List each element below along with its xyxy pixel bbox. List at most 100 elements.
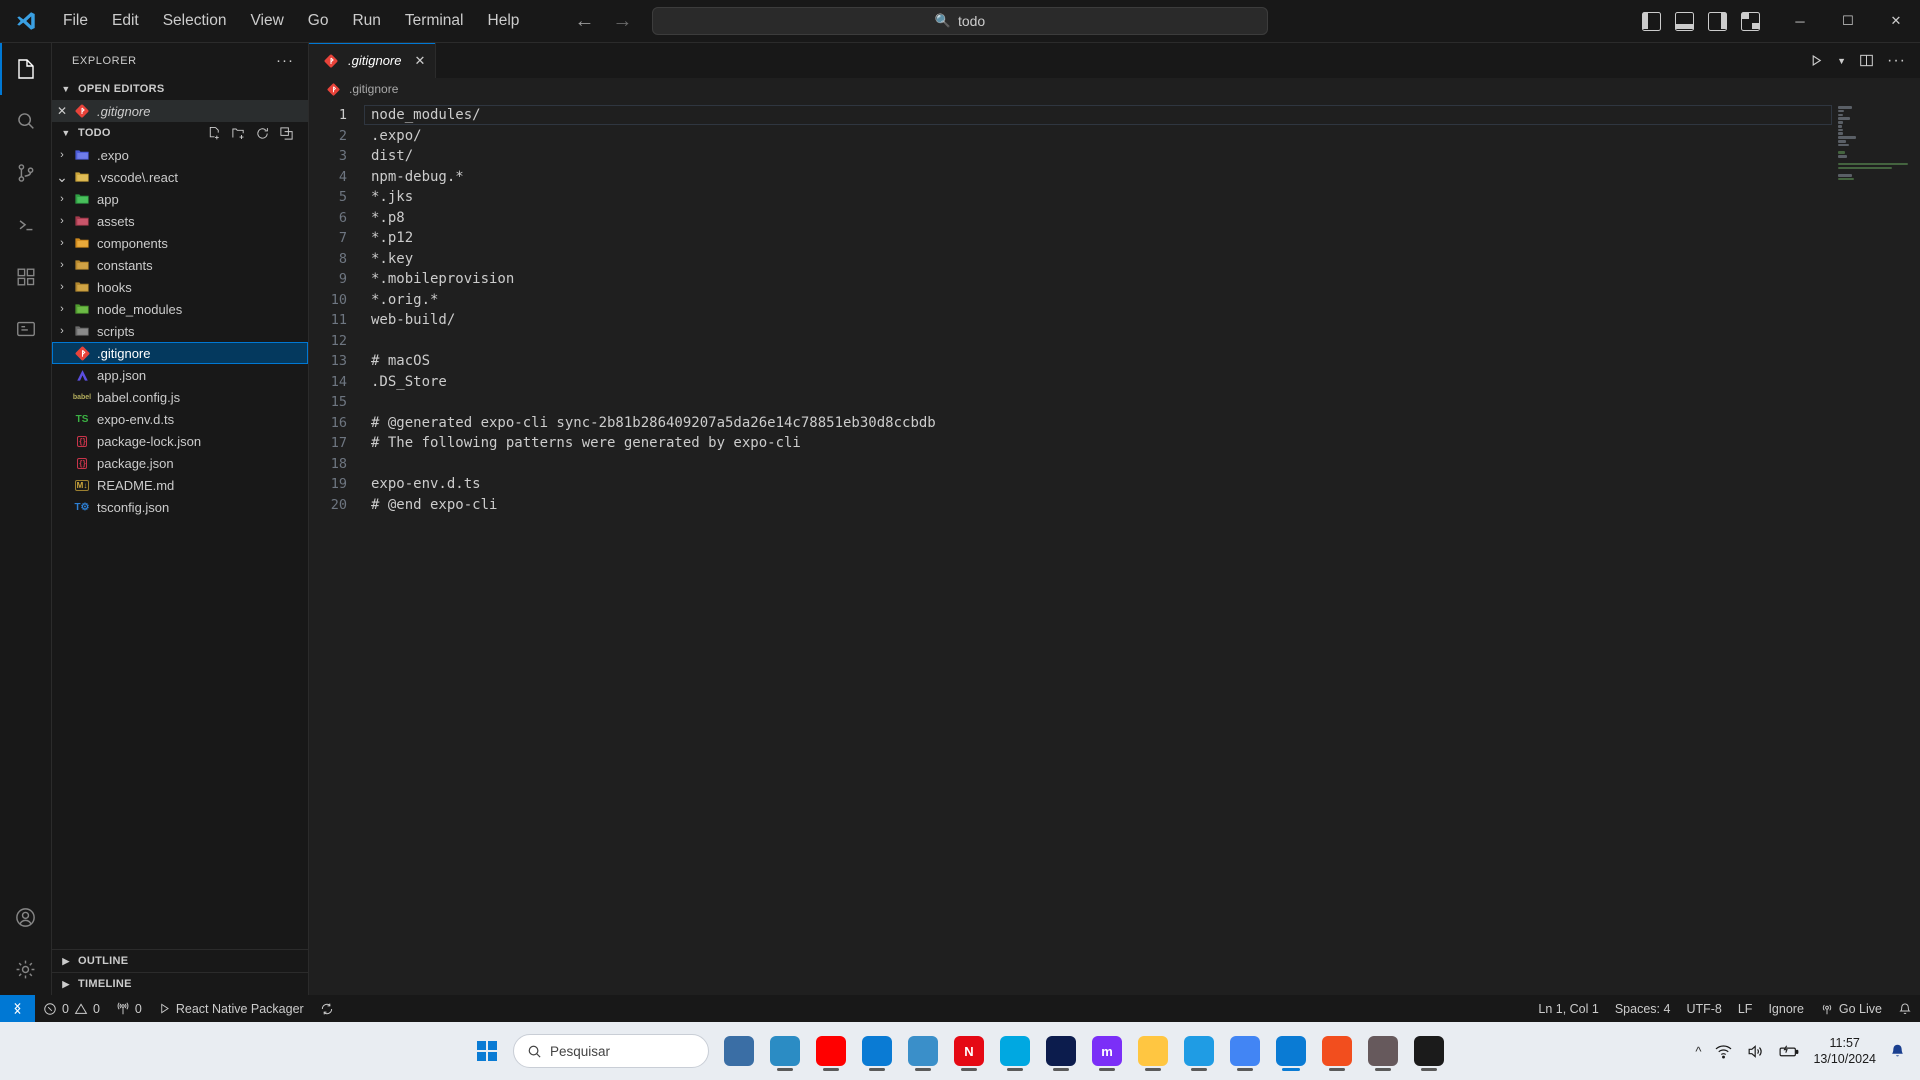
chevron-right-icon[interactable]: › (52, 325, 72, 337)
activity-run-and-debug[interactable] (0, 199, 52, 251)
tree-item-assets[interactable]: › assets (52, 210, 308, 232)
code-line[interactable] (364, 392, 1832, 413)
windows-start-icon[interactable] (470, 1034, 504, 1068)
taskbar-app-disney-plus[interactable] (1040, 1030, 1082, 1072)
status-eol[interactable]: LF (1730, 995, 1761, 1022)
status-editor-position[interactable]: Ln 1, Col 1 (1530, 995, 1606, 1022)
taskbar-app-file-explorer[interactable] (1132, 1030, 1174, 1072)
code-content[interactable]: node_modules/.expo/dist/npm-debug.* *.jks… (364, 100, 1832, 995)
status-indentation[interactable]: Spaces: 4 (1607, 995, 1679, 1022)
tree-item-expo-env-d-ts[interactable]: TS expo-env.d.ts (52, 408, 308, 430)
breadcrumb-label[interactable]: .gitignore (349, 82, 398, 96)
status-go-live[interactable]: Go Live (1812, 995, 1890, 1022)
activity-remote-explorer[interactable] (0, 303, 52, 355)
code-line[interactable]: node_modules/ (364, 105, 1832, 126)
tree-item-constants[interactable]: › constants (52, 254, 308, 276)
status-sync[interactable] (312, 995, 342, 1022)
status-problems[interactable]: 0 0 (35, 995, 108, 1022)
new-file-icon[interactable] (207, 126, 222, 141)
new-folder-icon[interactable] (231, 126, 246, 141)
toggle-secondary-sidebar-icon[interactable] (1708, 11, 1727, 31)
menu-file[interactable]: File (52, 8, 99, 34)
taskbar-app-netflix[interactable]: N (948, 1030, 990, 1072)
status-ports[interactable]: 0 (108, 995, 150, 1022)
code-line[interactable]: # @end expo-cli (364, 495, 1832, 516)
wifi-icon[interactable] (1714, 1042, 1733, 1061)
taskbar-app-google-chrome[interactable] (1224, 1030, 1266, 1072)
minimap[interactable] (1832, 100, 1920, 995)
run-icon[interactable] (1809, 53, 1824, 68)
collapse-all-icon[interactable] (279, 126, 294, 141)
chevron-right-icon[interactable]: › (52, 281, 72, 293)
tree-item--expo[interactable]: › .expo (52, 144, 308, 166)
activity-source-control[interactable] (0, 147, 52, 199)
code-line[interactable]: .expo/ (364, 126, 1832, 147)
tree-item-components[interactable]: › components (52, 232, 308, 254)
taskbar-clock[interactable]: 11:57 13/10/2024 (1813, 1035, 1876, 1067)
code-line[interactable]: # @generated expo-cli sync-2b81b28640920… (364, 413, 1832, 434)
customize-layout-icon[interactable] (1741, 11, 1760, 31)
code-line[interactable]: .DS_Store (364, 372, 1832, 393)
close-button[interactable]: ✕ (1872, 0, 1920, 43)
code-line[interactable]: # macOS (364, 351, 1832, 372)
tab-gitignore[interactable]: .gitignore ✕ (309, 43, 437, 78)
chevron-right-icon[interactable]: › (52, 193, 72, 205)
arrow-right-icon[interactable]: → (612, 11, 632, 31)
timeline-section-header[interactable]: ▶ TIMELINE (52, 972, 308, 995)
more-actions-icon[interactable]: ··· (1887, 52, 1906, 70)
tree-item-hooks[interactable]: › hooks (52, 276, 308, 298)
split-editor-icon[interactable] (1859, 53, 1874, 68)
menu-terminal[interactable]: Terminal (394, 8, 475, 34)
status-language-mode[interactable]: Ignore (1760, 995, 1811, 1022)
code-line[interactable]: *.key (364, 249, 1832, 270)
code-line[interactable]: # The following patterns were generated … (364, 433, 1832, 454)
bell-icon[interactable] (1889, 1043, 1906, 1060)
code-line[interactable]: dist/ (364, 146, 1832, 167)
battery-charging-icon[interactable] (1778, 1042, 1800, 1061)
chevron-right-icon[interactable]: › (52, 215, 72, 227)
chevron-right-icon[interactable]: › (52, 259, 72, 271)
menu-run[interactable]: Run (341, 8, 391, 34)
code-line[interactable]: *.p12 (364, 228, 1832, 249)
tree-item--gitignore[interactable]: .gitignore (52, 342, 308, 364)
speaker-icon[interactable] (1746, 1042, 1765, 1061)
code-line[interactable]: web-build/ (364, 310, 1832, 331)
taskbar-app-terminal[interactable] (1408, 1030, 1450, 1072)
taskbar-app-youtube[interactable] (810, 1030, 852, 1072)
chevron-right-icon[interactable]: › (52, 237, 72, 249)
tree-item-babel-config-js[interactable]: babel babel.config.js (52, 386, 308, 408)
taskbar-search-input[interactable]: Pesquisar (513, 1034, 709, 1068)
taskbar-app-task-view[interactable] (718, 1030, 760, 1072)
status-react-native-packager[interactable]: React Native Packager (150, 995, 312, 1022)
chevron-down-icon[interactable]: ▼ (1837, 56, 1846, 66)
command-center[interactable]: 🔍 todo (652, 7, 1268, 35)
explorer-more-actions-icon[interactable]: ··· (270, 52, 300, 69)
code-line[interactable]: *.mobileprovision (364, 269, 1832, 290)
close-icon[interactable]: ✕ (52, 104, 72, 118)
menu-help[interactable]: Help (477, 8, 531, 34)
menu-view[interactable]: View (239, 8, 294, 34)
tree-item-package-lock-json[interactable]: { } package-lock.json (52, 430, 308, 452)
tree-item--vscode-react[interactable]: ⌄ .vscode\.react (52, 166, 308, 188)
arrow-left-icon[interactable]: ← (574, 11, 594, 31)
activity-extensions[interactable] (0, 251, 52, 303)
taskbar-app-visual-studio-code[interactable] (1270, 1030, 1312, 1072)
code-line[interactable] (364, 454, 1832, 475)
taskbar-app-microsoft-store[interactable] (856, 1030, 898, 1072)
chevron-down-icon[interactable]: ⌄ (52, 170, 72, 184)
tree-item-app[interactable]: › app (52, 188, 308, 210)
tree-item-package-json[interactable]: { } package.json (52, 452, 308, 474)
refresh-icon[interactable] (255, 126, 270, 141)
tree-item-scripts[interactable]: › scripts (52, 320, 308, 342)
status-notifications[interactable] (1890, 995, 1920, 1022)
code-line[interactable] (364, 331, 1832, 352)
taskbar-app-edge-copilot[interactable] (764, 1030, 806, 1072)
taskbar-app-microsoft-edge[interactable] (1178, 1030, 1220, 1072)
minimize-button[interactable]: ─ (1776, 0, 1824, 43)
folder-section-header[interactable]: ▼ TODO (52, 122, 308, 144)
open-editor-item-gitignore[interactable]: ✕ .gitignore (52, 100, 308, 122)
menu-edit[interactable]: Edit (101, 8, 150, 34)
menu-selection[interactable]: Selection (152, 8, 238, 34)
code-line[interactable]: *.p8 (364, 208, 1832, 229)
taskbar-app-max[interactable]: m (1086, 1030, 1128, 1072)
